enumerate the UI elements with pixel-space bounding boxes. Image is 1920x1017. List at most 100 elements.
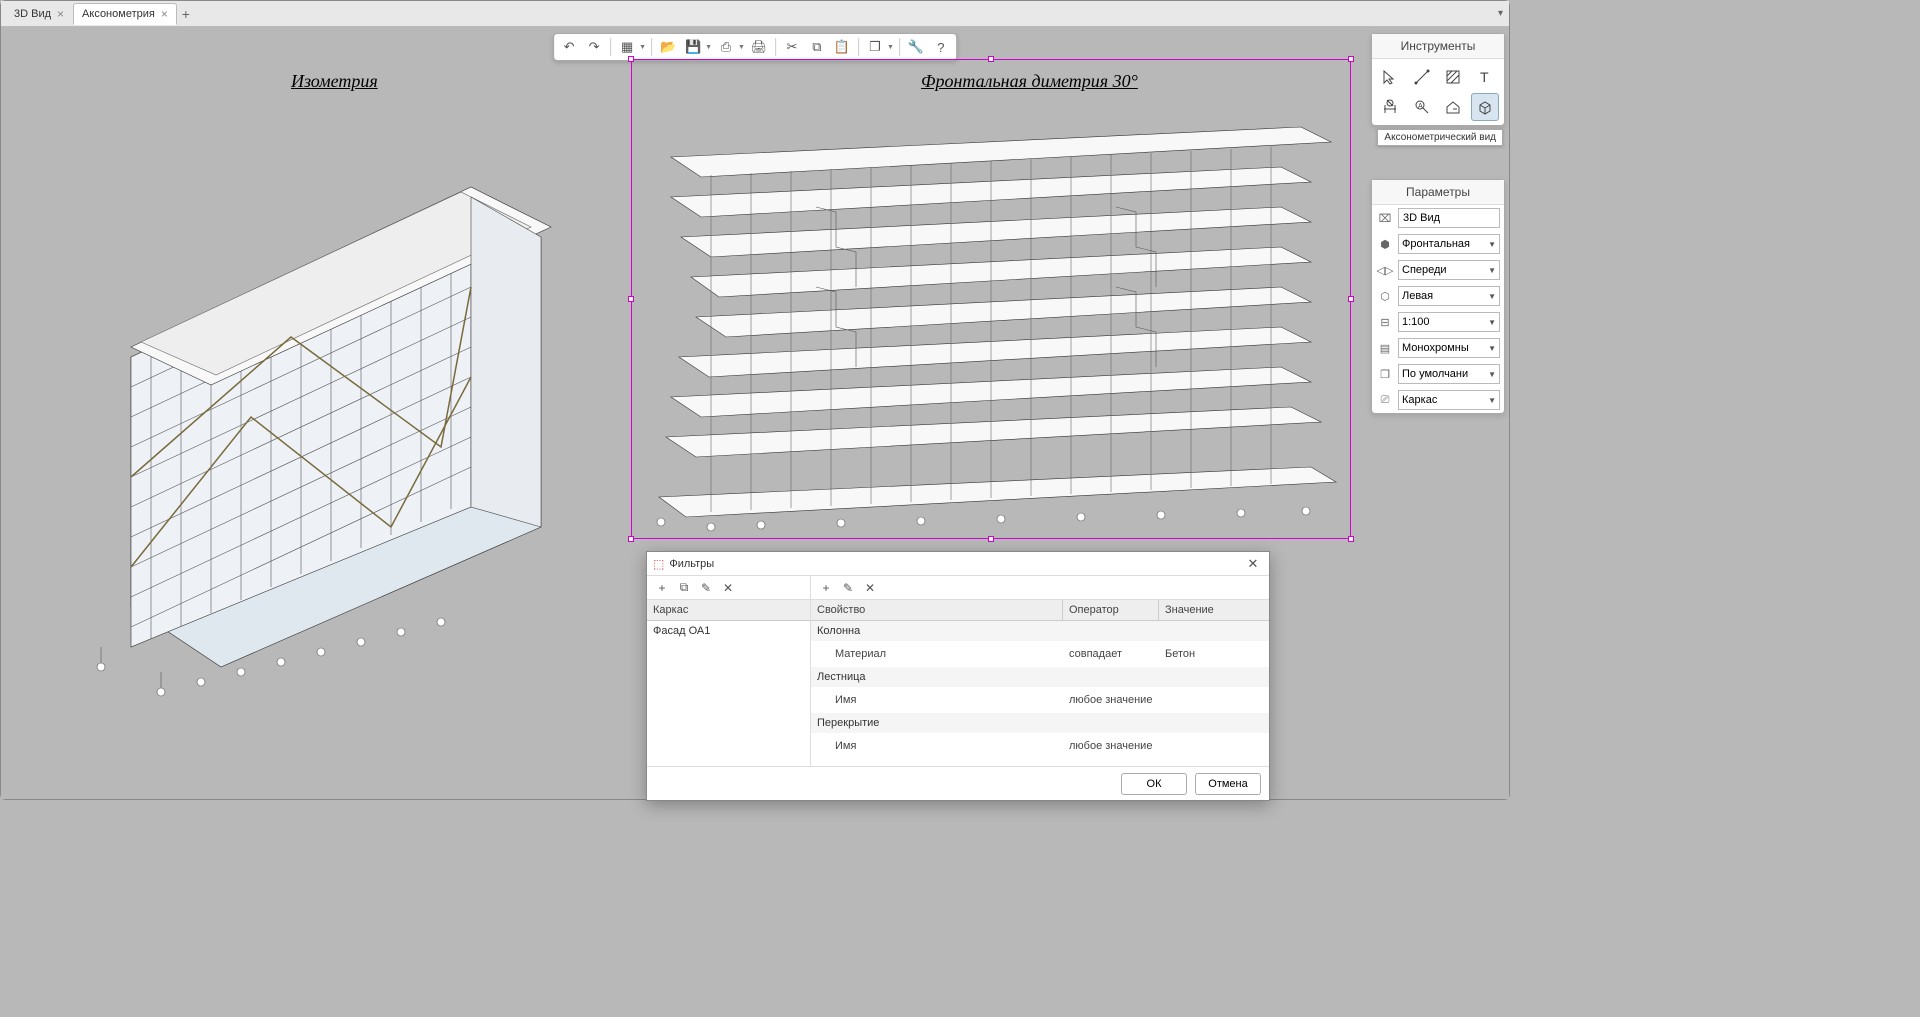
rule-row[interactable]: Имялюбое значение <box>811 687 1269 713</box>
filters-dialog: ⬚ Фильтры ✕ + ⧉ ✎ ✕ + ✎ ✕ Карка <box>646 551 1270 801</box>
tab-bar: 3D Вид × Аксонометрия × + ▾ <box>1 1 1509 27</box>
rule-operator: любое значение <box>1063 736 1159 756</box>
style-select[interactable]: Монохромны▼ <box>1398 338 1500 358</box>
resize-handle[interactable] <box>1348 296 1354 302</box>
tools-panel-title: Инструменты <box>1372 34 1504 59</box>
filter-list-header: Каркас <box>647 600 810 621</box>
rule-group[interactable]: Перекрытие <box>811 713 1269 733</box>
view-name-field[interactable]: 3D Вид <box>1398 208 1500 228</box>
edit-rule-button[interactable]: ✎ <box>839 579 857 597</box>
projection-select[interactable]: Фронтальная▼ <box>1398 234 1500 254</box>
tab-overflow-button[interactable]: ▾ <box>1498 8 1503 19</box>
scale-select[interactable]: 1:100▼ <box>1398 312 1500 332</box>
edit-filter-button[interactable]: ✎ <box>697 579 715 597</box>
rule-property: Материал <box>811 644 1063 664</box>
dialog-title-text: Фильтры <box>669 558 714 570</box>
export-button[interactable]: ⎙ <box>715 36 737 58</box>
tab-3d-view[interactable]: 3D Вид × <box>5 3 73 25</box>
rule-group[interactable]: Колонна <box>811 621 1269 641</box>
rule-row[interactable]: МатериалсовпадаетБетон <box>811 641 1269 667</box>
rule-operator: совпадает <box>1063 644 1159 664</box>
tool-room[interactable] <box>1439 93 1467 121</box>
column-value[interactable]: Значение <box>1159 600 1269 620</box>
filter-list-item[interactable]: Фасад ОА1 <box>647 621 810 641</box>
filter-rules-table: Свойство Оператор Значение КолоннаМатери… <box>811 600 1269 766</box>
close-icon[interactable]: × <box>161 7 168 21</box>
tool-text[interactable]: T <box>1471 63 1499 91</box>
tool-annotation[interactable]: A <box>1408 93 1436 121</box>
tab-axonometry[interactable]: Аксонометрия × <box>73 3 177 25</box>
direction-select[interactable]: Спереди▼ <box>1398 260 1500 280</box>
cancel-button[interactable]: Отмена <box>1195 773 1261 795</box>
rule-row[interactable]: Имялюбое значение <box>811 733 1269 759</box>
tool-tooltip: Аксонометрический вид <box>1377 129 1503 146</box>
filter-icon: ⬚ <box>653 557 664 571</box>
cut-button[interactable]: ✂ <box>781 36 803 58</box>
box-select-button[interactable]: ▦ <box>616 36 638 58</box>
style-icon: ▤ <box>1376 339 1394 357</box>
display-icon: ⎚ <box>1376 391 1394 409</box>
rule-group[interactable]: Лестница <box>811 667 1269 687</box>
svg-text:A: A <box>1418 103 1423 110</box>
copy-button[interactable]: ⧉ <box>806 36 828 58</box>
frontal-dimetric-view <box>641 97 1341 537</box>
add-tab-button[interactable]: + <box>177 6 195 22</box>
projection-icon: ⬢ <box>1376 235 1394 253</box>
side-select[interactable]: Левая▼ <box>1398 286 1500 306</box>
dialog-toolbar: + ⧉ ✎ ✕ + ✎ ✕ <box>647 576 1269 600</box>
filter-list: Каркас Фасад ОА1 <box>647 600 811 766</box>
tool-cursor[interactable] <box>1376 63 1404 91</box>
paste-button[interactable]: 📋 <box>831 36 853 58</box>
tools-panel: Инструменты T A <box>1371 33 1505 126</box>
mode-icon: ❐ <box>1376 365 1394 383</box>
help-button[interactable]: ? <box>930 36 952 58</box>
column-operator[interactable]: Оператор <box>1063 600 1159 620</box>
rule-value <box>1159 736 1269 756</box>
open-button[interactable]: 📂 <box>657 36 679 58</box>
tool-hatch[interactable] <box>1439 63 1467 91</box>
resize-handle[interactable] <box>988 56 994 62</box>
rule-property: Имя <box>811 736 1063 756</box>
svg-text:T: T <box>1480 69 1489 85</box>
ok-button[interactable]: ОК <box>1121 773 1187 795</box>
rule-value <box>1159 690 1269 710</box>
resize-handle[interactable] <box>1348 536 1354 542</box>
undo-button[interactable]: ↶ <box>558 36 580 58</box>
resize-handle[interactable] <box>628 296 634 302</box>
tab-label: Аксонометрия <box>82 8 155 20</box>
dialog-titlebar[interactable]: ⬚ Фильтры ✕ <box>647 552 1269 576</box>
isometric-building-view <box>41 87 611 707</box>
parameters-panel-title: Параметры <box>1372 180 1504 205</box>
resize-handle[interactable] <box>628 536 634 542</box>
scale-icon: ⊟ <box>1376 313 1394 331</box>
tab-label: 3D Вид <box>14 8 51 20</box>
redo-button[interactable]: ↷ <box>583 36 605 58</box>
direction-icon: ◁▷ <box>1376 261 1394 279</box>
column-property[interactable]: Свойство <box>811 600 1063 620</box>
display-select[interactable]: Каркас▼ <box>1398 390 1500 410</box>
tool-dimension[interactable] <box>1376 93 1404 121</box>
dialog-footer: ОК Отмена <box>647 766 1269 800</box>
side-icon: ⬡ <box>1376 287 1394 305</box>
close-button[interactable]: ✕ <box>1243 556 1263 572</box>
delete-rule-button[interactable]: ✕ <box>861 579 879 597</box>
save-button[interactable]: 💾 <box>682 36 704 58</box>
layers-button[interactable]: ❐ <box>864 36 886 58</box>
rule-operator: любое значение <box>1063 690 1159 710</box>
close-icon[interactable]: × <box>57 7 64 21</box>
tool-line[interactable] <box>1408 63 1436 91</box>
print-button[interactable]: 🖨 <box>748 36 770 58</box>
delete-filter-button[interactable]: ✕ <box>719 579 737 597</box>
app-window: 3D Вид × Аксонометрия × + ▾ ↶ ↷ ▦▼ 📂 💾▼ … <box>0 0 1510 800</box>
resize-handle[interactable] <box>628 56 634 62</box>
copy-filter-button[interactable]: ⧉ <box>675 579 693 597</box>
rule-value: Бетон <box>1159 644 1269 664</box>
parameters-panel: Параметры ⌧ 3D Вид ⬢ Фронтальная▼ ◁▷ Спе… <box>1371 179 1505 414</box>
tool-axonometric-view[interactable] <box>1471 93 1499 121</box>
rule-property: Имя <box>811 690 1063 710</box>
resize-handle[interactable] <box>1348 56 1354 62</box>
mode-select[interactable]: По умолчани▼ <box>1398 364 1500 384</box>
add-rule-button[interactable]: + <box>817 579 835 597</box>
settings-button[interactable]: 🔧 <box>905 36 927 58</box>
add-filter-button[interactable]: + <box>653 579 671 597</box>
